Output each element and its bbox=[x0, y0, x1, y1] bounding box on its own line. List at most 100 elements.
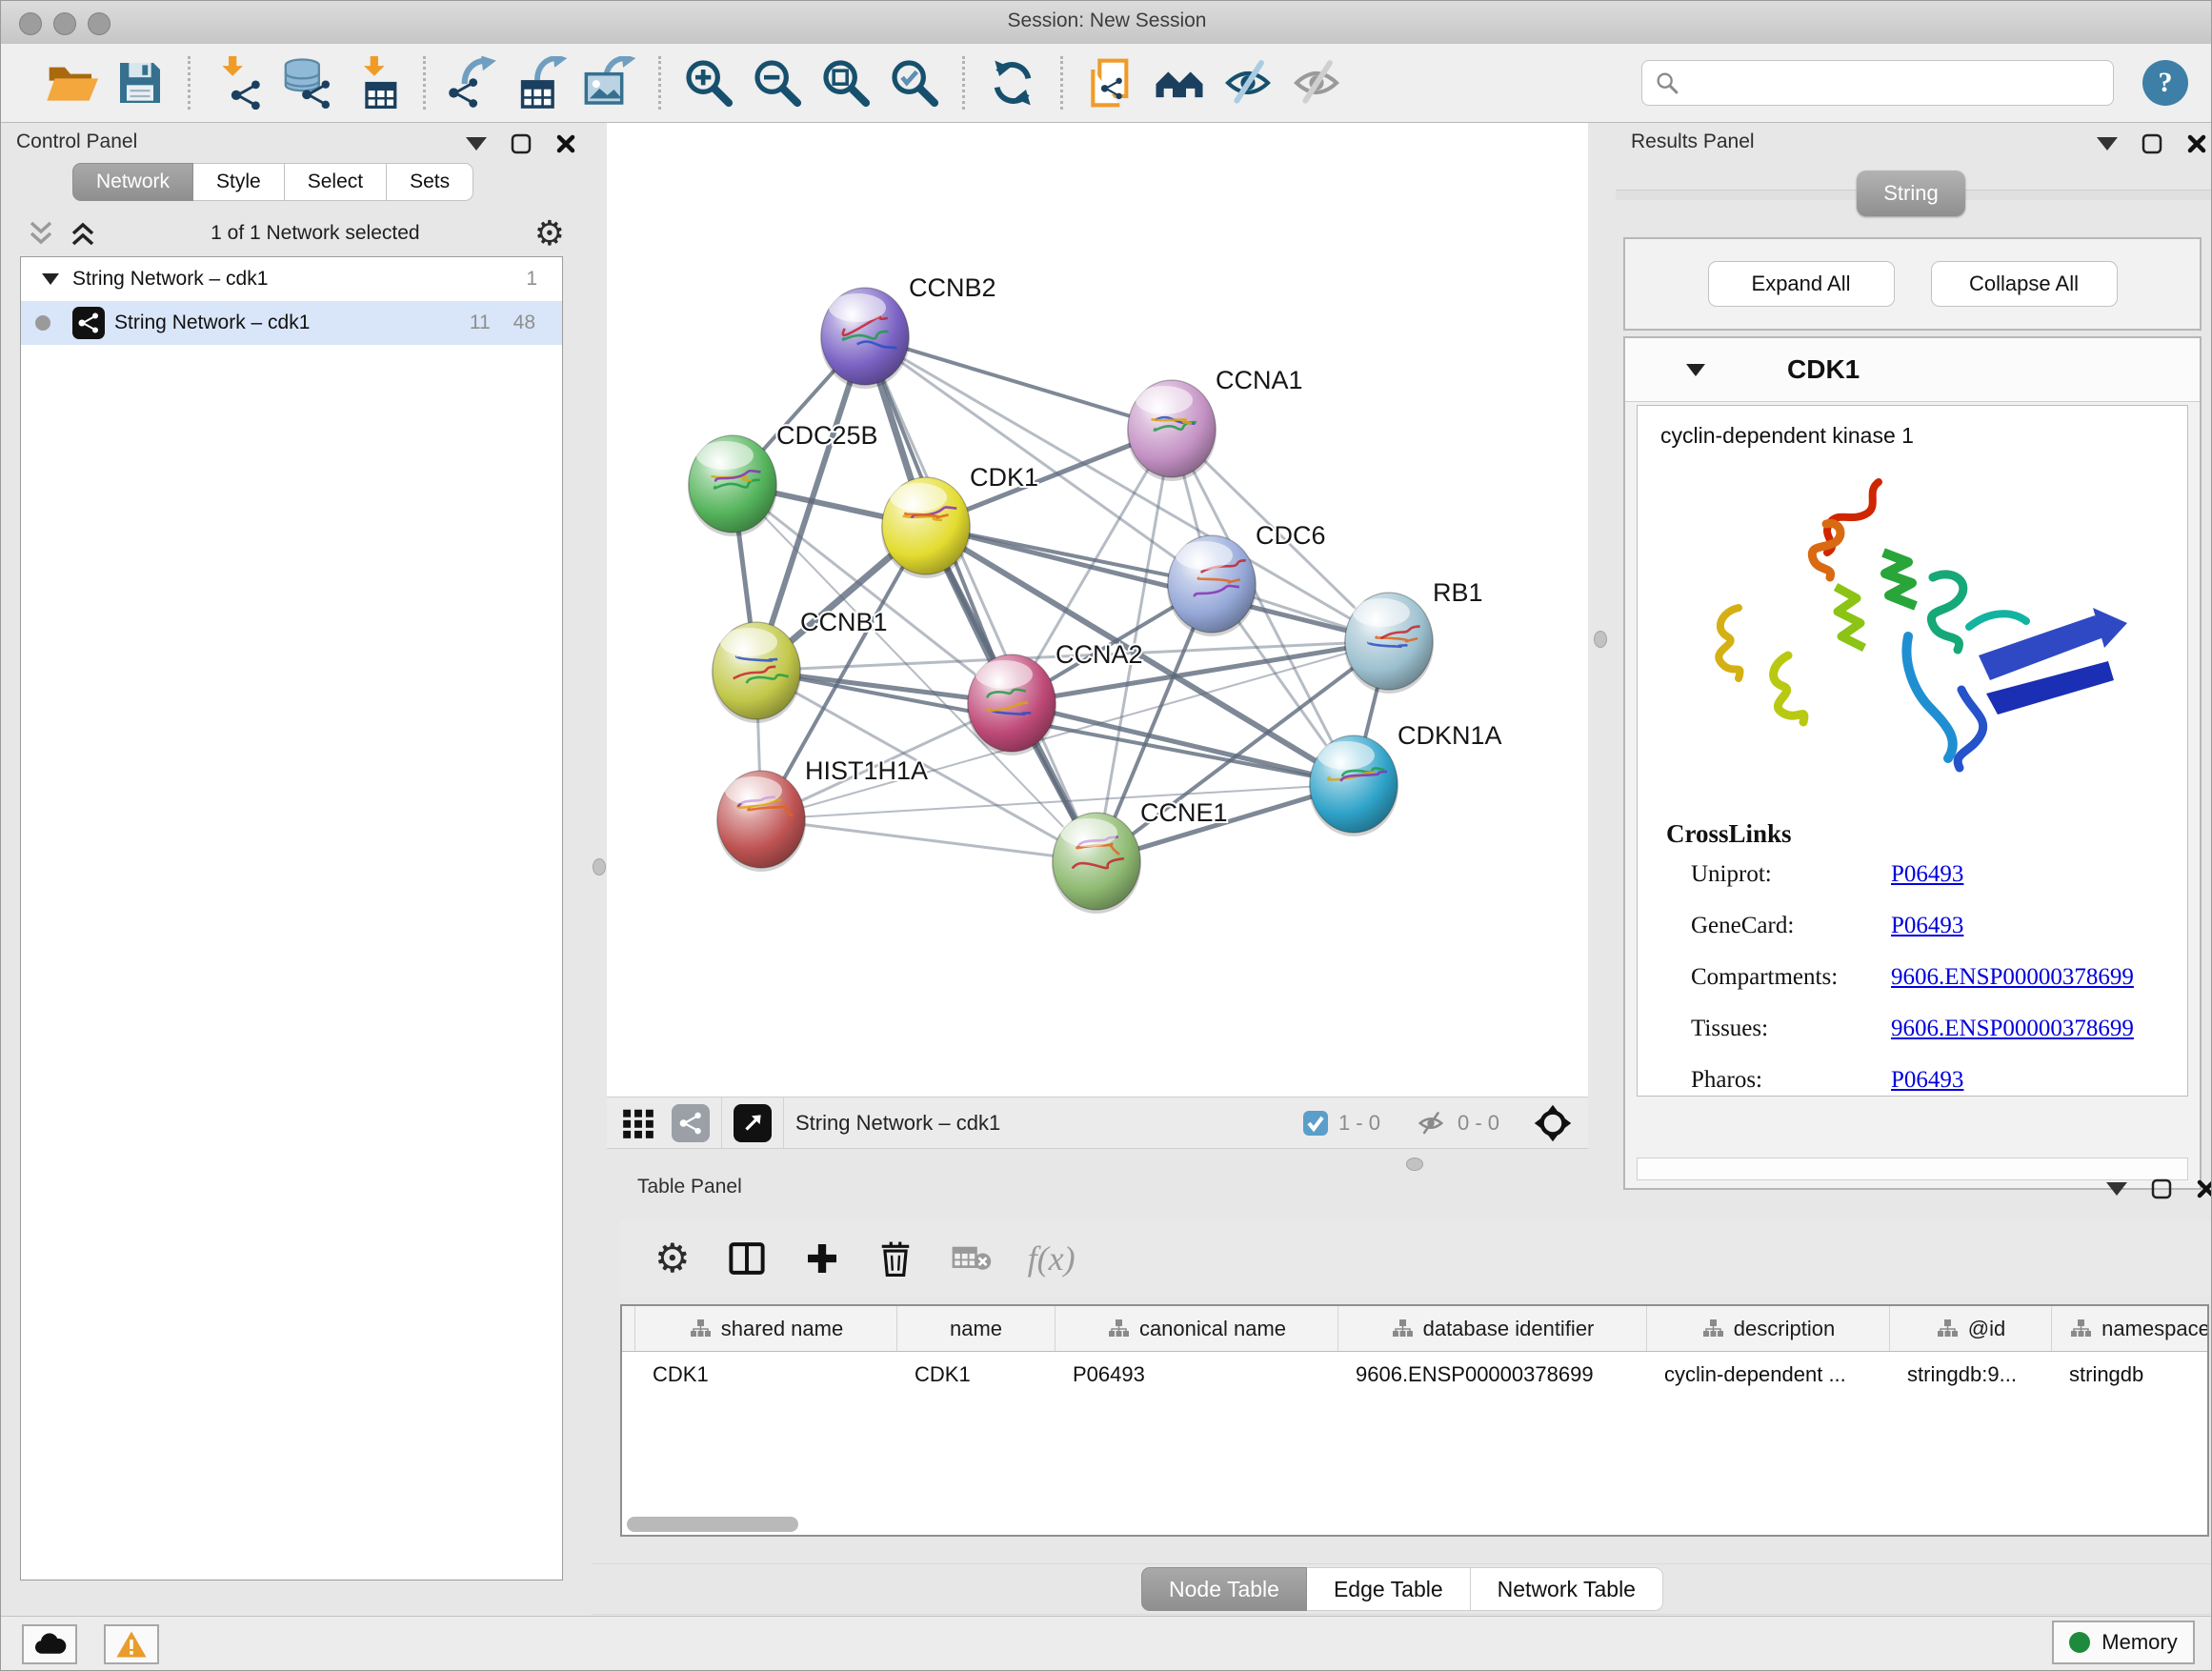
create-column-button[interactable] bbox=[803, 1239, 841, 1278]
network-row[interactable]: String Network – cdk1 11 48 bbox=[21, 301, 562, 345]
tab-style[interactable]: Style bbox=[193, 163, 285, 201]
show-hidden-button[interactable] bbox=[1287, 53, 1346, 112]
crosslinks-list: Uniprot:P06493GeneCard:P06493Compartment… bbox=[1691, 861, 2167, 1097]
hide-selected-button[interactable] bbox=[1218, 53, 1277, 112]
column-header[interactable]: shared name bbox=[635, 1306, 897, 1351]
chevron-down-icon bbox=[466, 137, 487, 151]
network-options-gear-button[interactable]: ⚙ bbox=[534, 216, 565, 251]
navigator-button[interactable] bbox=[1533, 1103, 1573, 1143]
network-node[interactable] bbox=[716, 771, 806, 872]
column-header[interactable]: name bbox=[897, 1306, 1056, 1351]
export-image-button[interactable] bbox=[581, 53, 640, 112]
network-node[interactable] bbox=[967, 654, 1056, 755]
new-network-from-selection-button[interactable] bbox=[1081, 53, 1140, 112]
import-table-file-button[interactable] bbox=[346, 53, 405, 112]
column-header[interactable]: database identifier bbox=[1338, 1306, 1647, 1351]
network-edge[interactable] bbox=[1012, 703, 1354, 784]
delete-column-button[interactable] bbox=[877, 1238, 914, 1278]
table-cell[interactable]: P06493 bbox=[1056, 1352, 1338, 1397]
zoom-in-button[interactable] bbox=[679, 53, 738, 112]
network-node[interactable] bbox=[820, 288, 910, 389]
panel-close-button[interactable] bbox=[2196, 1178, 2212, 1199]
table-row[interactable]: CDK1CDK1P064939606.ENSP00000378699cyclin… bbox=[622, 1352, 2207, 1397]
left-splitter-handle[interactable] bbox=[593, 858, 606, 876]
table-cell[interactable]: cyclin-dependent ... bbox=[1647, 1352, 1890, 1397]
tree-expander-icon bbox=[42, 273, 59, 285]
network-node[interactable] bbox=[712, 622, 801, 723]
table-cell[interactable]: stringdb:9... bbox=[1890, 1352, 2052, 1397]
tab-network[interactable]: Network bbox=[72, 163, 193, 201]
function-builder-button[interactable]: f(x) bbox=[1028, 1238, 1076, 1278]
table-cell[interactable]: 9606.ENSP00000378699 bbox=[1338, 1352, 1647, 1397]
import-network-database-button[interactable] bbox=[277, 53, 336, 112]
panel-float-button[interactable] bbox=[2150, 1178, 2173, 1200]
network-edge[interactable] bbox=[865, 336, 1172, 429]
show-columns-button[interactable] bbox=[727, 1238, 767, 1278]
cloud-status-button[interactable] bbox=[22, 1624, 77, 1664]
table-cell[interactable]: stringdb bbox=[2052, 1352, 2209, 1397]
import-network-file-button[interactable] bbox=[209, 53, 268, 112]
right-splitter-handle[interactable] bbox=[1594, 631, 1607, 648]
expand-all-networks-button[interactable] bbox=[70, 221, 96, 246]
tab-node-table[interactable]: Node Table bbox=[1141, 1567, 1307, 1611]
detach-view-button[interactable] bbox=[734, 1104, 772, 1142]
memory-button[interactable]: Memory bbox=[2052, 1621, 2195, 1664]
table-cell[interactable]: CDK1 bbox=[635, 1352, 897, 1397]
panel-collapse-button[interactable] bbox=[466, 137, 487, 151]
panel-float-button[interactable] bbox=[510, 132, 533, 155]
collapse-all-button[interactable]: Collapse All bbox=[1931, 261, 2118, 307]
search-input[interactable] bbox=[1688, 71, 2101, 95]
network-node[interactable] bbox=[1344, 593, 1434, 694]
thumbnail-grid-button[interactable] bbox=[620, 1105, 656, 1141]
tab-sets[interactable]: Sets bbox=[387, 163, 473, 201]
network-collection-row[interactable]: String Network – cdk1 1 bbox=[21, 257, 562, 301]
panel-close-button[interactable] bbox=[2186, 133, 2207, 154]
network-node[interactable] bbox=[1052, 813, 1141, 914]
column-header[interactable]: @id bbox=[1890, 1306, 2052, 1351]
network-node[interactable] bbox=[1127, 380, 1217, 481]
panel-collapse-button[interactable] bbox=[2097, 137, 2118, 151]
crosslink-link[interactable]: P06493 bbox=[1891, 1067, 1963, 1094]
network-node[interactable] bbox=[1309, 735, 1398, 836]
tab-network-table[interactable]: Network Table bbox=[1471, 1567, 1663, 1611]
network-node[interactable] bbox=[881, 477, 971, 578]
table-options-gear-button[interactable]: ⚙ bbox=[654, 1238, 691, 1278]
eye-disabled-icon bbox=[1290, 56, 1343, 110]
zoom-out-button[interactable] bbox=[748, 53, 807, 112]
crosslink-link[interactable]: P06493 bbox=[1891, 913, 1963, 939]
zoom-selected-button[interactable] bbox=[885, 53, 944, 112]
export-table-button[interactable] bbox=[513, 53, 572, 112]
network-edge[interactable] bbox=[761, 819, 1096, 861]
crosslink-link[interactable]: 9606.ENSP00000378699 bbox=[1891, 1016, 2134, 1042]
column-header[interactable]: description bbox=[1647, 1306, 1890, 1351]
tab-select[interactable]: Select bbox=[285, 163, 387, 201]
results-panel: Results Panel String Expand All Collapse… bbox=[1616, 123, 2212, 1192]
open-session-button[interactable] bbox=[42, 53, 101, 112]
save-session-button[interactable] bbox=[111, 53, 170, 112]
network-view-canvas[interactable]: CCNB2CCNA1CDC25BCDK1CDC6RB1CCNB1CCNA2CDK… bbox=[607, 123, 1588, 1097]
network-share-view-button[interactable] bbox=[672, 1104, 710, 1142]
column-header[interactable]: canonical name bbox=[1056, 1306, 1338, 1351]
table-cell[interactable]: CDK1 bbox=[897, 1352, 1056, 1397]
table-horizontal-scrollbar[interactable] bbox=[627, 1517, 798, 1532]
apply-layout-button[interactable] bbox=[983, 53, 1042, 112]
column-header[interactable]: namespace bbox=[2052, 1306, 2209, 1351]
panel-collapse-button[interactable] bbox=[2106, 1182, 2127, 1196]
network-node[interactable] bbox=[688, 435, 777, 536]
zoom-fit-button[interactable] bbox=[816, 53, 875, 112]
collapse-all-networks-button[interactable] bbox=[28, 221, 54, 246]
tab-edge-table[interactable]: Edge Table bbox=[1307, 1567, 1471, 1611]
delete-table-button[interactable] bbox=[950, 1242, 992, 1275]
export-network-button[interactable] bbox=[444, 53, 503, 112]
panel-close-button[interactable] bbox=[555, 133, 576, 154]
panel-float-button[interactable] bbox=[2141, 132, 2163, 155]
network-node[interactable] bbox=[1167, 535, 1257, 636]
warnings-button[interactable] bbox=[104, 1624, 159, 1664]
protein-section-header[interactable]: CDK1 bbox=[1625, 338, 2200, 402]
welcome-screen-button[interactable] bbox=[1150, 53, 1209, 112]
expand-all-button[interactable]: Expand All bbox=[1708, 261, 1895, 307]
tab-string[interactable]: String bbox=[1857, 171, 1965, 216]
help-button[interactable]: ? bbox=[2142, 60, 2188, 106]
crosslink-link[interactable]: 9606.ENSP00000378699 bbox=[1891, 964, 2134, 991]
crosslink-link[interactable]: P06493 bbox=[1891, 861, 1963, 888]
